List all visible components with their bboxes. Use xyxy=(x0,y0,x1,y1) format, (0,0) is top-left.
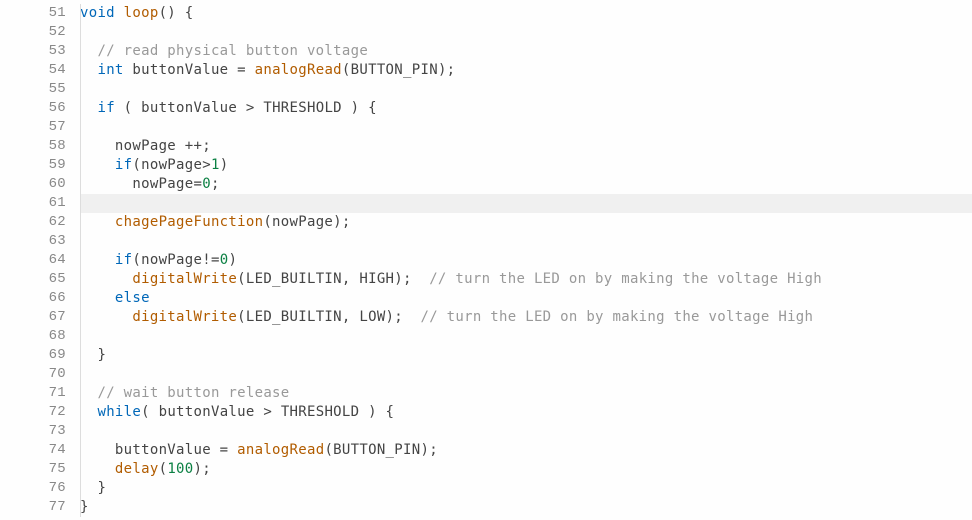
line-number: 56 xyxy=(0,99,66,118)
line-number: 63 xyxy=(0,232,66,251)
code-line[interactable]: if ( buttonValue > THRESHOLD ) { xyxy=(80,99,972,118)
line-number: 62 xyxy=(0,213,66,232)
line-number: 53 xyxy=(0,42,66,61)
code-line-current[interactable] xyxy=(80,194,972,213)
line-number: 66 xyxy=(0,289,66,308)
code-line[interactable] xyxy=(80,80,972,99)
code-line[interactable]: if(nowPage!=0) xyxy=(80,251,972,270)
line-number: 70 xyxy=(0,365,66,384)
line-number: 77 xyxy=(0,498,66,517)
line-number-gutter: 51 52 53 54 55 56 57 58 59 60 61 62 63 6… xyxy=(0,4,80,517)
code-area[interactable]: void loop() { // read physical button vo… xyxy=(80,4,972,517)
code-line[interactable]: digitalWrite(LED_BUILTIN, LOW); // turn … xyxy=(80,308,972,327)
indent-guide xyxy=(80,4,81,517)
code-line[interactable] xyxy=(80,118,972,137)
line-number: 64 xyxy=(0,251,66,270)
code-line[interactable]: chagePageFunction(nowPage); xyxy=(80,213,972,232)
line-number: 75 xyxy=(0,460,66,479)
line-number: 60 xyxy=(0,175,66,194)
line-number: 55 xyxy=(0,80,66,99)
code-line[interactable]: } xyxy=(80,498,972,517)
line-number: 73 xyxy=(0,422,66,441)
line-number: 68 xyxy=(0,327,66,346)
code-line[interactable] xyxy=(80,327,972,346)
code-line[interactable]: delay(100); xyxy=(80,460,972,479)
code-line[interactable] xyxy=(80,365,972,384)
code-line[interactable]: nowPage ++; xyxy=(80,137,972,156)
code-line[interactable]: int buttonValue = analogRead(BUTTON_PIN)… xyxy=(80,61,972,80)
code-line[interactable]: buttonValue = analogRead(BUTTON_PIN); xyxy=(80,441,972,460)
line-number: 69 xyxy=(0,346,66,365)
code-line[interactable]: // read physical button voltage xyxy=(80,42,972,61)
line-number: 59 xyxy=(0,156,66,175)
code-editor[interactable]: 51 52 53 54 55 56 57 58 59 60 61 62 63 6… xyxy=(0,4,972,517)
line-number: 57 xyxy=(0,118,66,137)
code-line[interactable] xyxy=(80,422,972,441)
line-number: 65 xyxy=(0,270,66,289)
line-number: 72 xyxy=(0,403,66,422)
code-line[interactable]: } xyxy=(80,479,972,498)
line-number: 76 xyxy=(0,479,66,498)
line-number: 61 xyxy=(0,194,66,213)
code-line[interactable]: while( buttonValue > THRESHOLD ) { xyxy=(80,403,972,422)
code-line[interactable]: digitalWrite(LED_BUILTIN, HIGH); // turn… xyxy=(80,270,972,289)
code-line[interactable]: void loop() { xyxy=(80,4,972,23)
code-line[interactable]: } xyxy=(80,346,972,365)
code-line[interactable] xyxy=(80,232,972,251)
line-number: 52 xyxy=(0,23,66,42)
code-line[interactable]: else xyxy=(80,289,972,308)
code-line[interactable]: if(nowPage>1) xyxy=(80,156,972,175)
line-number: 74 xyxy=(0,441,66,460)
code-line[interactable]: nowPage=0; xyxy=(80,175,972,194)
line-number: 51 xyxy=(0,4,66,23)
line-number: 67 xyxy=(0,308,66,327)
line-number: 58 xyxy=(0,137,66,156)
line-number: 54 xyxy=(0,61,66,80)
code-line[interactable]: // wait button release xyxy=(80,384,972,403)
line-number: 71 xyxy=(0,384,66,403)
code-line[interactable] xyxy=(80,23,972,42)
